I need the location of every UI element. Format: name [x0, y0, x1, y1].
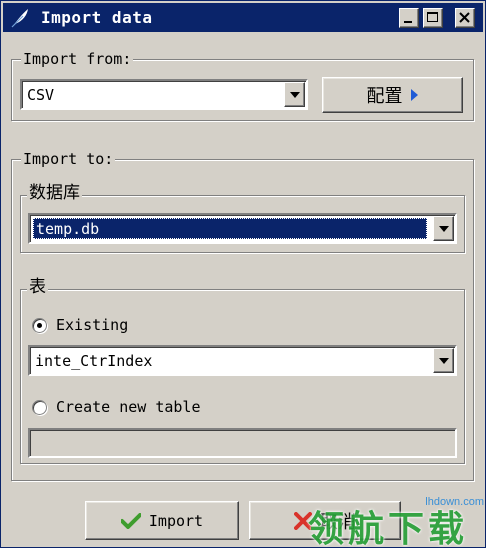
import-format-select[interactable]: CSV [20, 79, 308, 110]
existing-label: Existing [56, 316, 129, 334]
create-new-table-radio[interactable] [32, 399, 47, 415]
existing-table-value: inte_CtrIndex [35, 351, 153, 370]
watermark-text: 领航下载 [308, 509, 469, 550]
minimize-icon [404, 21, 412, 23]
database-group: 数据库 temp.db [20, 183, 465, 253]
feather-icon [11, 9, 28, 28]
create-new-table-radio-row[interactable]: Create new table [32, 398, 201, 416]
chevron-down-icon [438, 225, 449, 232]
configure-label: 配置 [366, 86, 403, 107]
site-watermark: lhdown.com 领航下载 [300, 486, 488, 550]
checkmark-icon [120, 512, 141, 529]
minimize-button[interactable] [399, 8, 419, 28]
close-button[interactable] [455, 8, 475, 28]
import-data-window: Import data Import from: CSV 配置 Import t… [0, 0, 486, 548]
database-select[interactable]: temp.db [28, 213, 457, 244]
database-value: temp.db [33, 218, 427, 239]
maximize-icon [427, 12, 438, 22]
existing-radio-row[interactable]: Existing [32, 316, 128, 334]
arrow-right-icon [410, 89, 418, 101]
import-label: Import [148, 511, 204, 530]
new-table-name-input[interactable] [28, 428, 457, 458]
chevron-down-icon [289, 91, 300, 98]
existing-table-select[interactable]: inte_CtrIndex [28, 345, 457, 376]
import-from-group: Import from: CSV 配置 [11, 49, 474, 121]
configure-button[interactable]: 配置 [322, 77, 463, 113]
import-format-dropdown-button[interactable] [284, 82, 305, 107]
table-group: 表 Existing inte_CtrIndex Create new tabl… [20, 277, 465, 464]
database-legend: 数据库 [27, 183, 82, 203]
import-to-group: Import to: 数据库 temp.db 表 Existing inte_C… [11, 149, 474, 481]
chevron-down-icon [438, 357, 449, 364]
window-title: Import data [41, 8, 153, 27]
import-from-legend: Import from: [21, 49, 134, 69]
import-format-value: CSV [27, 85, 55, 104]
import-to-legend: Import to: [21, 149, 116, 169]
import-button[interactable]: Import [85, 501, 239, 540]
existing-radio[interactable] [32, 317, 47, 333]
title-bar[interactable]: Import data [3, 3, 483, 32]
create-new-table-label: Create new table [56, 398, 201, 416]
close-icon [459, 12, 470, 23]
database-dropdown-button[interactable] [433, 216, 454, 241]
table-legend: 表 [27, 277, 48, 297]
maximize-button[interactable] [423, 8, 443, 28]
existing-table-dropdown-button[interactable] [433, 348, 454, 373]
